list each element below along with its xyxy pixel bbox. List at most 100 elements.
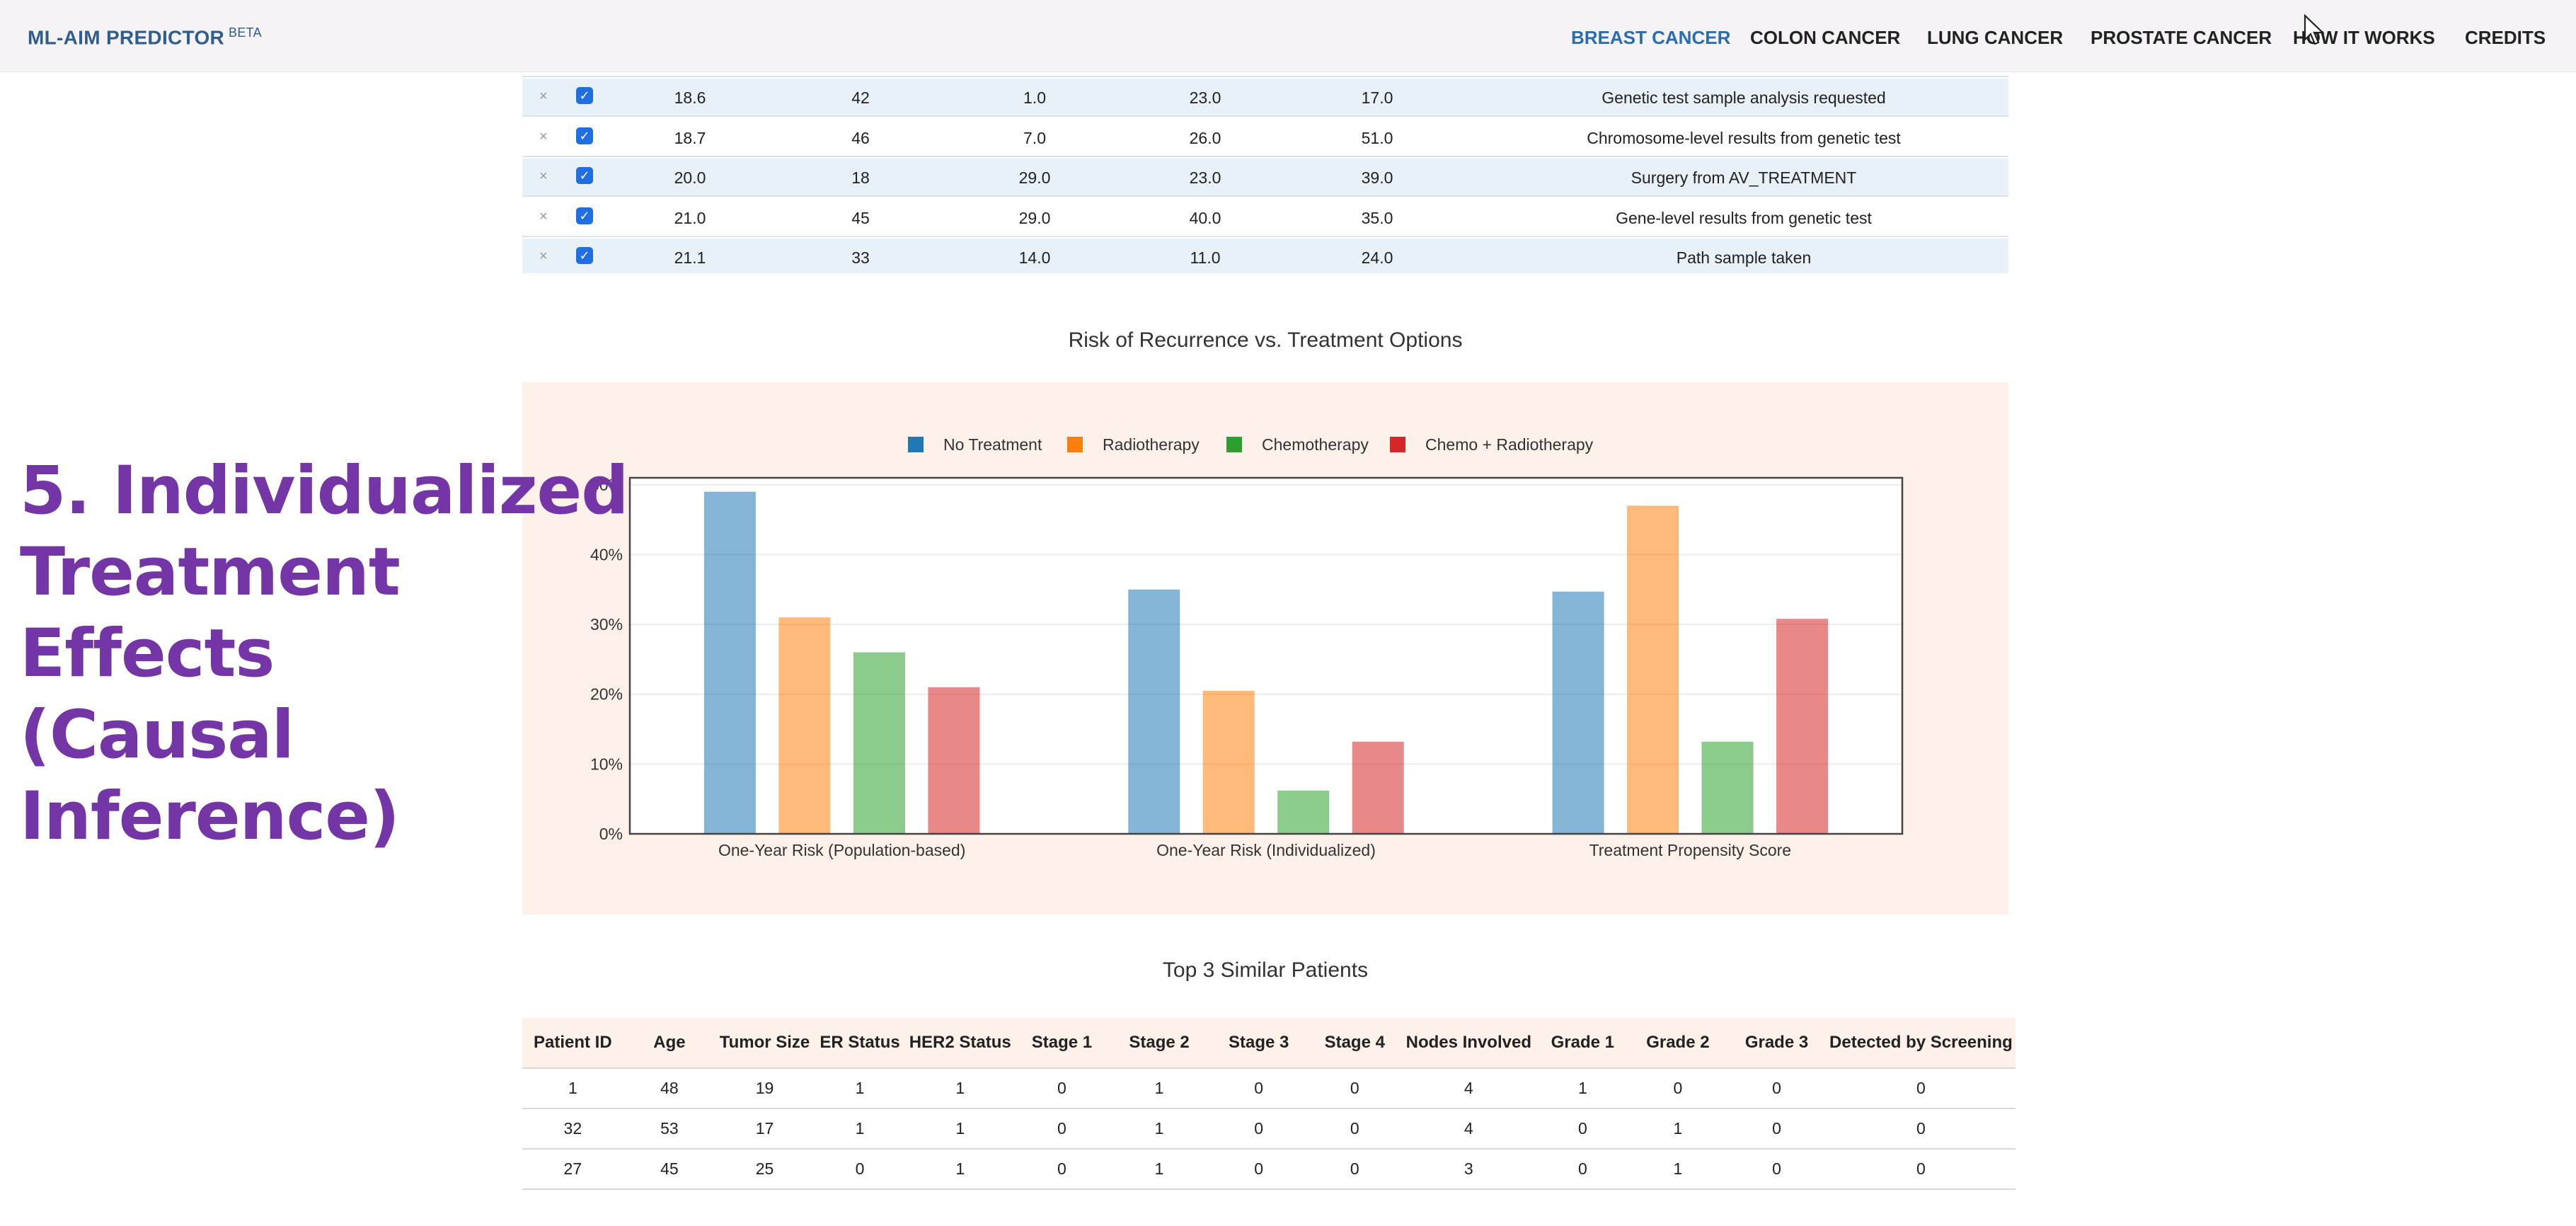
column-header[interactable]: Stage 2 xyxy=(1109,1018,1209,1069)
column-header[interactable]: HER2 Status xyxy=(906,1018,1015,1069)
column-header[interactable]: Detected by Screening xyxy=(1826,1018,2016,1069)
delete-row-icon[interactable]: × xyxy=(539,88,548,105)
similar-patients-title: Top 3 Similar Patients xyxy=(1162,958,1369,982)
column-header[interactable]: Grade 1 xyxy=(1536,1018,1629,1069)
table-row: × ✓ 21.1 33 14.0 11.0 24.0 Path sample taken xyxy=(522,239,2008,273)
column-header[interactable]: Age xyxy=(623,1018,716,1069)
value-cell: 20.0 xyxy=(674,168,706,187)
legend-label: Chemo + Radiotherapy xyxy=(1425,435,1594,454)
y-tick-label: 40% xyxy=(590,545,623,563)
mouse-cursor-icon xyxy=(2304,14,2325,45)
top-navbar: ML-AIM PREDICTOR BETA BREAST CANCER COLON… xyxy=(0,0,2576,72)
table-cell: 53 xyxy=(623,1108,716,1150)
table-cell: 0 xyxy=(1309,1108,1401,1150)
x-tick-label: One-Year Risk (Population-based) xyxy=(718,841,965,859)
value-cell: 18.7 xyxy=(674,128,706,147)
event-cell: Surgery from AV_TREATMENT xyxy=(1631,168,1857,187)
delete-row-icon[interactable]: × xyxy=(539,129,548,145)
table-cell: 0 xyxy=(1014,1108,1110,1150)
value-cell: 39.0 xyxy=(1361,168,1393,187)
legend-item[interactable]: Chemotherapy xyxy=(1226,435,1369,454)
event-cell: Chromosome-level results from genetic te… xyxy=(1587,128,1901,147)
table-cell: 0 xyxy=(1209,1068,1309,1109)
legend-item[interactable]: No Treatment xyxy=(908,435,1042,454)
value-cell: 23.0 xyxy=(1189,168,1221,187)
column-header[interactable]: Tumor Size xyxy=(715,1018,814,1069)
value-cell: 45 xyxy=(851,208,870,227)
value-cell: 29.0 xyxy=(1018,208,1051,227)
table-cell: 0 xyxy=(1536,1108,1629,1150)
value-cell: 14.0 xyxy=(1018,248,1051,267)
table-cell: 1 xyxy=(1109,1068,1209,1109)
table-cell: 45 xyxy=(623,1149,716,1190)
bar xyxy=(1352,741,1404,834)
column-header[interactable]: Nodes Involved xyxy=(1401,1018,1537,1069)
x-tick-label: One-Year Risk (Individualized) xyxy=(1156,841,1376,859)
row-checkbox[interactable]: ✓ xyxy=(576,167,593,184)
nav-credits[interactable]: CREDITS xyxy=(2465,27,2546,49)
delete-row-icon[interactable]: × xyxy=(539,168,548,185)
table-cell: 1 xyxy=(1109,1149,1209,1190)
value-cell: 33 xyxy=(851,248,870,267)
legend-swatch xyxy=(1067,437,1083,452)
nav-breast-cancer[interactable]: BREAST CANCER xyxy=(1571,27,1730,49)
overlay-line: Inference) xyxy=(20,778,400,855)
table-cell: 1 xyxy=(1628,1108,1727,1150)
delete-row-icon[interactable]: × xyxy=(539,248,548,265)
value-cell: 21.1 xyxy=(674,248,706,267)
nav-prostate-cancer[interactable]: PROSTATE CANCER xyxy=(2091,27,2272,49)
table-cell: 0 xyxy=(1826,1149,2016,1190)
table-cell: 0 xyxy=(1826,1068,2016,1109)
y-tick-label: 10% xyxy=(590,755,623,773)
column-header[interactable]: Stage 4 xyxy=(1309,1018,1401,1069)
table-cell: 1 xyxy=(522,1068,623,1109)
row-checkbox[interactable]: ✓ xyxy=(576,127,593,144)
table-cell: 1 xyxy=(906,1149,1015,1190)
column-header[interactable]: Stage 3 xyxy=(1209,1018,1309,1069)
nav-colon-cancer[interactable]: COLON CANCER xyxy=(1750,27,1900,49)
overlay-line: Effects xyxy=(20,615,275,692)
table-cell: 4 xyxy=(1401,1068,1537,1109)
column-header[interactable]: Grade 2 xyxy=(1628,1018,1727,1069)
column-header[interactable]: Stage 1 xyxy=(1014,1018,1110,1069)
table-row: × ✓ 20.0 18 29.0 23.0 39.0 Surgery from AV_TREA… xyxy=(522,159,2008,197)
table-cell: 0 xyxy=(1826,1108,2016,1150)
brand-logo[interactable]: ML-AIM PREDICTOR BETA xyxy=(28,25,262,49)
beta-badge: BETA xyxy=(229,25,262,40)
value-cell: 29.0 xyxy=(1018,168,1051,187)
table-row: × ✓ 18.6 42 1.0 23.0 17.0 Genetic test sample a… xyxy=(522,79,2008,117)
table-cell: 4 xyxy=(1401,1108,1537,1150)
legend-item[interactable]: Radiotherapy xyxy=(1067,435,1200,454)
row-checkbox[interactable]: ✓ xyxy=(576,207,593,224)
table-cell: 0 xyxy=(1628,1068,1727,1109)
legend-label: Radiotherapy xyxy=(1103,435,1200,454)
value-cell: 18 xyxy=(851,168,870,187)
legend-item[interactable]: Chemo + Radiotherapy xyxy=(1390,435,1594,454)
row-checkbox[interactable]: ✓ xyxy=(576,87,593,104)
similar-patients-table: Patient ID Age Tumor Size ER Status HER2 Sta… xyxy=(522,1018,2016,1190)
bar xyxy=(1277,790,1330,834)
bar xyxy=(928,687,980,834)
risk-bar-chart: 0%10%20%30%40%50%One-Year Risk (Populati… xyxy=(590,435,1904,859)
value-cell: 46 xyxy=(851,128,870,147)
table-cell: 0 xyxy=(1014,1149,1110,1190)
column-header[interactable]: Grade 3 xyxy=(1727,1018,1827,1069)
value-cell: 7.0 xyxy=(1023,128,1046,147)
value-cell: 1.0 xyxy=(1023,88,1046,107)
table-cell: 3 xyxy=(1401,1149,1537,1190)
table-cell: 1 xyxy=(1109,1108,1209,1150)
table-row: 27 45 25 0 1 0 1 0 0 3 0 1 0 0 xyxy=(522,1149,2016,1190)
event-cell: Gene-level results from genetic test xyxy=(1616,208,1872,227)
risk-chart-panel: 0% 10% 20% 30% 40% 50% One-Year Risk (Populati… xyxy=(522,382,2008,915)
delete-row-icon[interactable]: × xyxy=(539,209,548,225)
nav-lung-cancer[interactable]: LUNG CANCER xyxy=(1927,27,2063,49)
value-cell: 11.0 xyxy=(1190,248,1221,267)
table-cell: 0 xyxy=(1727,1108,1827,1150)
column-header[interactable]: Patient ID xyxy=(522,1018,623,1069)
y-tick-label: 30% xyxy=(590,615,623,634)
bar xyxy=(778,617,831,834)
legend-label: No Treatment xyxy=(943,435,1042,454)
row-checkbox[interactable]: ✓ xyxy=(576,247,593,264)
column-header[interactable]: ER Status xyxy=(813,1018,907,1069)
legend-label: Chemotherapy xyxy=(1262,435,1369,454)
